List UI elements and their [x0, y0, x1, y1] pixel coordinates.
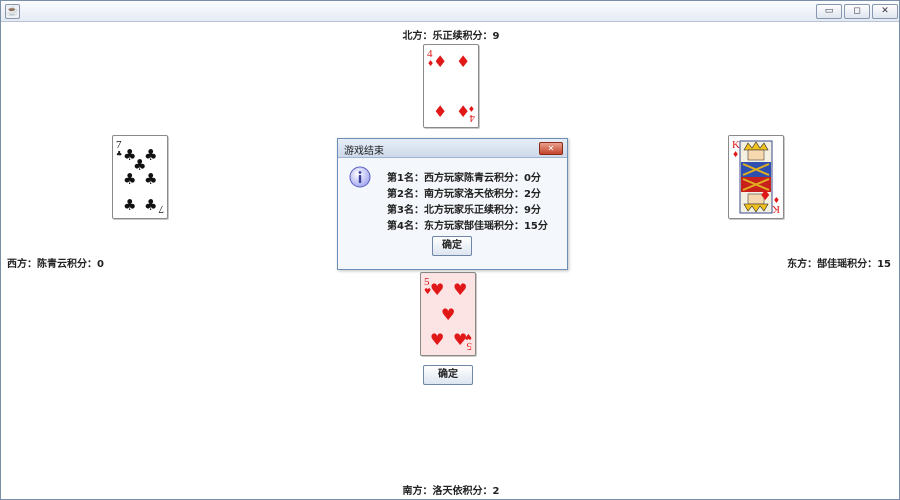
diamond-icon: ♦: [456, 52, 470, 71]
dialog-ok-button[interactable]: 确定: [432, 236, 472, 256]
heart-icon: ♥: [430, 280, 444, 299]
diamond-icon: ♦: [433, 102, 447, 121]
diamond-icon: ♦: [759, 188, 772, 204]
confirm-play-button[interactable]: 确定: [423, 365, 473, 385]
dialog-close-button[interactable]: ✕: [539, 142, 563, 155]
club-icon: ♣: [144, 196, 157, 214]
result-rank-3: 第3名：北方玩家乐正续积分：9分: [387, 205, 541, 216]
diamond-icon: ♦: [773, 195, 780, 204]
result-rank-1: 第1名：西方玩家陈青云积分：0分: [387, 173, 541, 184]
east-player-label: 东方：郜佳瑶积分：15: [787, 259, 891, 270]
game-over-dialog: 游戏结束 ✕ 第1名：西方玩家陈青云积分：0分 第2名：南方玩家洛天依积分：2分…: [337, 138, 568, 270]
east-played-card: K ♦ ♦ K ♦: [728, 135, 784, 219]
dialog-title: 游戏结束: [344, 146, 384, 157]
diamond-icon: ♦: [433, 52, 447, 71]
heart-icon: ♥: [465, 332, 472, 341]
card-rank: 7: [158, 203, 164, 215]
window-titlebar: ☕ ▭ ◻ ✕: [1, 1, 899, 22]
result-rank-2: 第2名：南方玩家洛天依积分：2分: [387, 189, 541, 200]
heart-icon: ♥: [453, 280, 467, 299]
info-icon: [349, 166, 371, 188]
result-rank-4: 第4名：东方玩家郜佳瑶积分：15分: [387, 221, 548, 232]
diamond-icon: ♦: [468, 104, 475, 113]
club-icon: ♣: [116, 150, 122, 158]
north-player-label: 北方：乐正续积分：9: [402, 31, 500, 42]
game-window: ☕ ▭ ◻ ✕ 北方：乐正续积分：9 西方：陈青云积分：0 东方：郜佳瑶积分：1…: [0, 0, 900, 500]
diamond-icon: ♦: [732, 150, 739, 159]
south-player-label: 南方：洛天依积分：2: [402, 486, 500, 497]
close-window-button[interactable]: ✕: [872, 4, 898, 19]
club-icon: ♣: [144, 170, 157, 188]
dialog-titlebar: 游戏结束 ✕: [338, 139, 567, 158]
minimize-button[interactable]: ▭: [816, 4, 842, 19]
maximize-button[interactable]: ◻: [844, 4, 870, 19]
north-played-card: 4 ♦ ♦ ♦ ♦ ♦ 4 ♦: [423, 44, 479, 128]
west-played-card: 7 ♣ ♣ ♣ ♣ ♣ ♣ ♣ ♣ 7: [112, 135, 168, 219]
club-icon: ♣: [123, 170, 136, 188]
heart-icon: ♥: [441, 305, 455, 324]
java-coffee-icon: ☕: [5, 4, 20, 19]
club-icon: ♣: [123, 196, 136, 214]
west-player-label: 西方：陈青云积分：0: [7, 259, 104, 270]
heart-icon: ♥: [430, 330, 444, 349]
south-player-card[interactable]: 5 ♥ ♥ ♥ ♥ ♥ ♥ 5 ♥: [420, 272, 476, 356]
